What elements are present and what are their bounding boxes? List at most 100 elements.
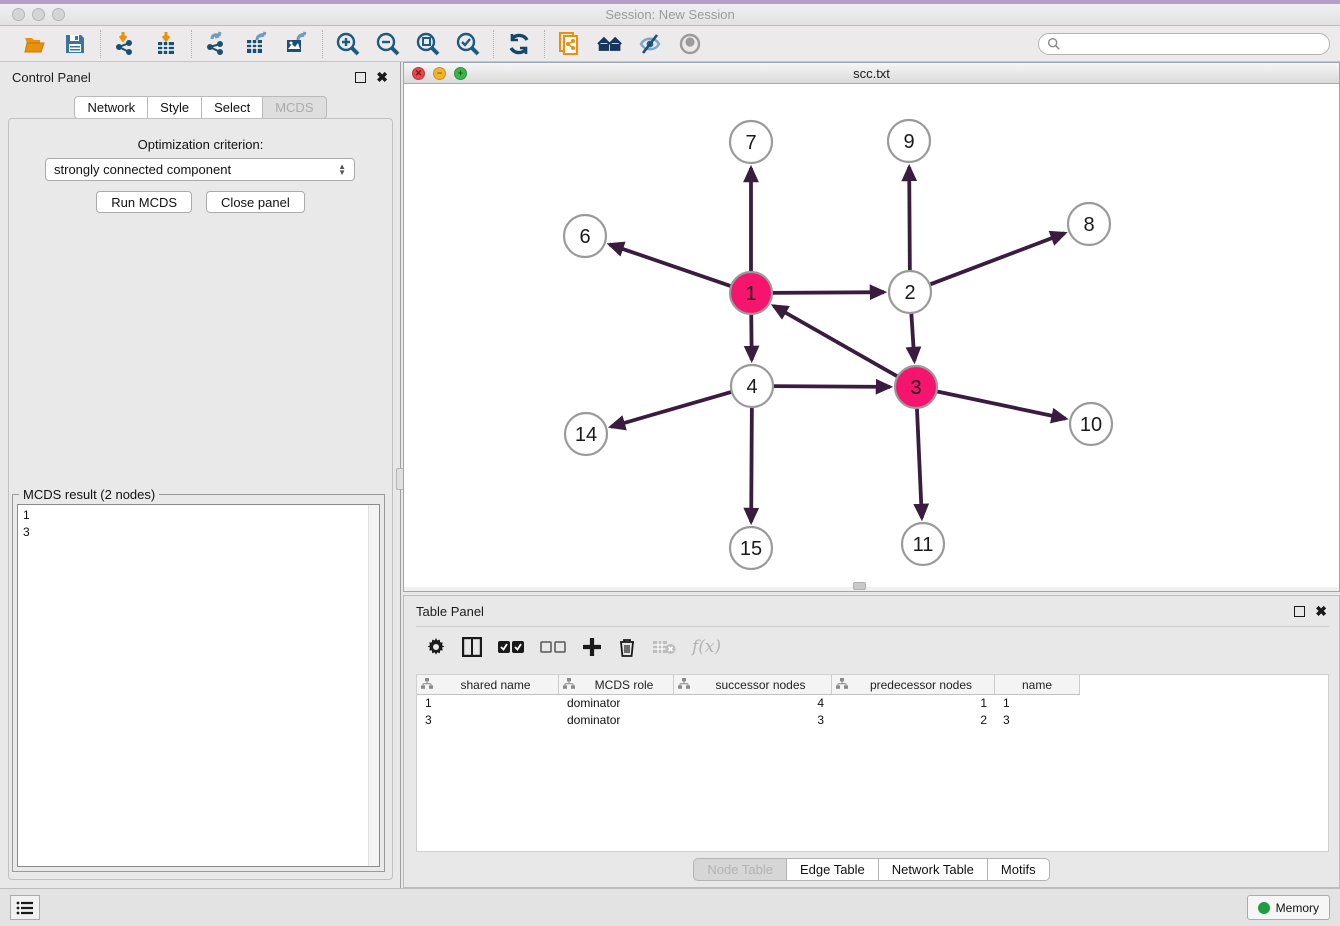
open-session-icon[interactable] [22,31,48,57]
tab-node-table[interactable]: Node Table [693,858,786,881]
export-table-icon[interactable] [244,31,270,57]
export-image-icon[interactable] [284,31,310,57]
zoom-in-icon[interactable] [335,31,361,57]
cell-MCDS-role[interactable]: dominator [559,712,674,729]
search-input[interactable] [1065,37,1321,51]
run-mcds-button[interactable]: Run MCDS [96,191,192,213]
edge-4-14[interactable] [611,392,732,427]
save-session-icon[interactable] [62,31,88,57]
svg-text:10: 10 [1080,414,1102,436]
node-10[interactable]: 10 [1070,403,1112,445]
show-analyzer-icon[interactable] [677,31,703,57]
tab-motifs[interactable]: Motifs [987,858,1050,881]
svg-text:3: 3 [910,377,921,399]
cell-name[interactable]: 1 [995,695,1080,712]
hide-analyzer-icon[interactable] [637,31,663,57]
table-row[interactable]: 3dominator323 [417,712,1328,729]
cell-MCDS-role[interactable]: dominator [559,695,674,712]
tab-style[interactable]: Style [147,96,201,119]
zoom-out-icon[interactable] [375,31,401,57]
edge-2-9[interactable] [909,167,910,271]
edge-2-8[interactable] [930,233,1065,284]
memory-status-dot [1258,902,1270,914]
edge-4-3[interactable] [773,386,890,387]
cell-predecessor-nodes[interactable]: 2 [832,712,995,729]
edge-3-11[interactable] [917,408,922,518]
mcds-result-textarea[interactable]: 1 3 [17,504,380,867]
task-history-button[interactable] [10,895,40,920]
memory-button[interactable]: Memory [1247,895,1330,920]
refresh-icon[interactable] [506,31,532,57]
window-minimize-button[interactable] [32,8,45,21]
tab-network[interactable]: Network [74,96,147,119]
network-canvas[interactable]: 7 9 6 8 1 2 4 3 14 10 15 11 [404,84,1339,588]
close-panel-icon[interactable]: ✖ [376,72,388,83]
window-maximize-button[interactable] [52,8,65,21]
export-network-icon[interactable] [204,31,230,57]
node-8[interactable]: 8 [1068,203,1110,245]
column-header-MCDS-role[interactable]: MCDS role [559,675,674,695]
node-1[interactable]: 1 [730,272,772,314]
node-table[interactable]: shared nameMCDS rolesuccessor nodesprede… [416,674,1329,852]
tab-mcds[interactable]: MCDS [262,96,326,119]
criterion-select[interactable]: strongly connected component ▲▼ [45,158,355,181]
network-scroll-strip [404,587,1339,591]
result-scrollbar[interactable] [368,505,379,866]
tab-edge-table[interactable]: Edge Table [786,858,878,881]
tab-select[interactable]: Select [201,96,262,119]
node-7[interactable]: 7 [730,121,772,163]
node-11[interactable]: 11 [902,523,944,565]
svg-text:15: 15 [740,538,762,560]
import-network-icon[interactable] [113,31,139,57]
window-close-button[interactable] [12,8,25,21]
cell-successor-nodes[interactable]: 4 [674,695,832,712]
clone-network-icon[interactable] [557,31,583,57]
table-toolbar: f(x) [416,626,1329,666]
column-header-predecessor-nodes[interactable]: predecessor nodes [832,675,995,695]
network-titlebar[interactable]: ✕ − + scc.txt [404,63,1339,84]
import-table-icon[interactable] [153,31,179,57]
delete-column-icon[interactable] [618,637,636,657]
node-2[interactable]: 2 [889,271,931,313]
cell-predecessor-nodes[interactable]: 1 [832,695,995,712]
cell-shared-name[interactable]: 3 [417,712,559,729]
edge-3-1[interactable] [774,306,898,377]
edge-4-15[interactable] [751,407,752,522]
cell-shared-name[interactable]: 1 [417,695,559,712]
edge-1-6[interactable] [610,244,732,286]
deselect-all-columns-icon[interactable] [540,640,566,654]
edge-2-3[interactable] [911,313,914,361]
node-15[interactable]: 15 [730,527,772,569]
table-row[interactable]: 1dominator411 [417,695,1328,712]
node-9[interactable]: 9 [888,120,930,162]
column-header-shared-name[interactable]: shared name [417,675,559,695]
close-panel-icon[interactable]: ✖ [1315,606,1327,617]
edge-1-2[interactable] [772,292,884,293]
node-4[interactable]: 4 [731,365,773,407]
float-panel-icon[interactable] [1294,606,1305,617]
cell-name[interactable]: 3 [995,712,1080,729]
frame-maximize-icon[interactable]: + [454,67,467,80]
edge-3-10[interactable] [937,391,1066,418]
tab-network-table[interactable]: Network Table [878,858,987,881]
float-panel-icon[interactable] [355,72,366,83]
select-all-columns-icon[interactable] [498,640,524,654]
column-header-name[interactable]: name [995,675,1080,695]
home-icon[interactable] [597,31,623,57]
settings-gear-icon[interactable] [426,637,446,657]
column-view-icon[interactable] [462,637,482,657]
frame-minimize-icon[interactable]: − [433,67,446,80]
network-scroll-grip[interactable] [853,582,866,590]
zoom-selected-icon[interactable] [455,31,481,57]
frame-close-icon[interactable]: ✕ [412,67,425,80]
node-14[interactable]: 14 [565,413,607,455]
search-box[interactable] [1038,33,1330,55]
node-3[interactable]: 3 [895,366,937,408]
add-column-icon[interactable] [582,637,602,657]
zoom-fit-icon[interactable] [415,31,441,57]
search-icon [1047,37,1061,51]
close-panel-button[interactable]: Close panel [206,191,305,213]
cell-successor-nodes[interactable]: 3 [674,712,832,729]
node-6[interactable]: 6 [564,215,606,257]
column-header-successor-nodes[interactable]: successor nodes [674,675,832,695]
